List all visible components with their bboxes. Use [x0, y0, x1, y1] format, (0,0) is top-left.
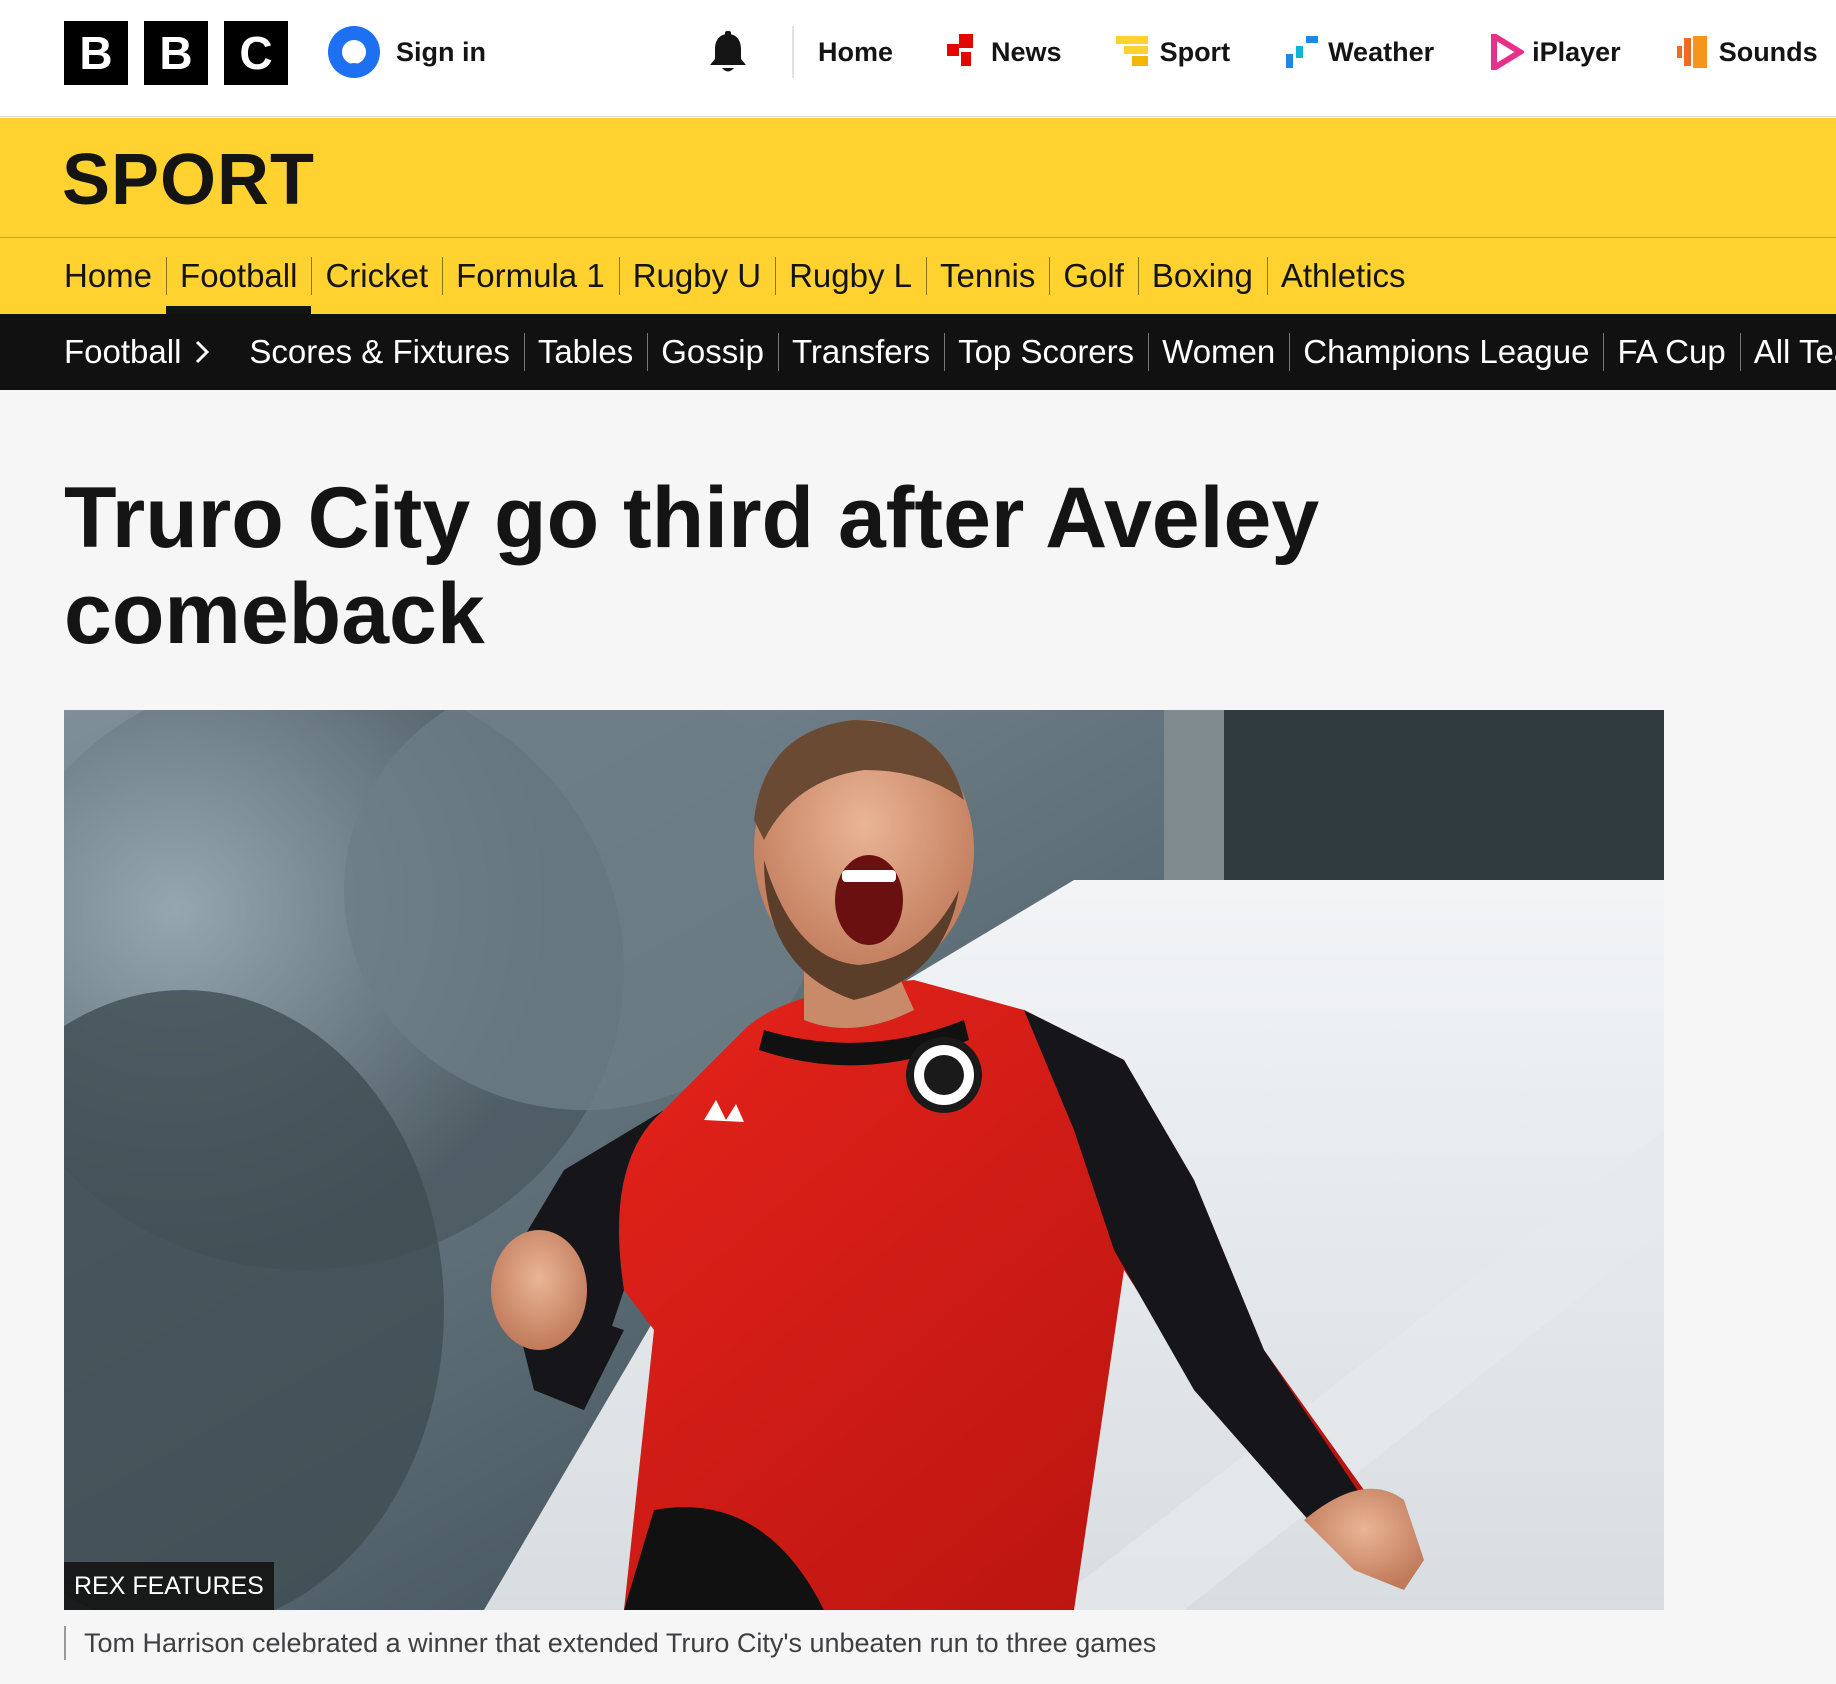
global-nav-news[interactable]: News: [947, 34, 1062, 70]
bbc-logo-letter-b2: B: [144, 21, 208, 85]
article-hero-image: REX FEATURES: [64, 710, 1664, 1610]
sounds-icon: [1676, 36, 1707, 68]
sport-nav-item-cricket[interactable]: Cricket: [311, 238, 442, 314]
bbc-masthead: B B C Sign in Home News Sport Weather iP…: [0, 0, 1836, 117]
bbc-logo-letter-b1: B: [64, 21, 128, 85]
breadcrumb-label: Football: [64, 333, 182, 370]
masthead-divider: [792, 26, 794, 78]
headline-line-1: Truro City go third after Aveley: [64, 470, 1320, 566]
sport-section-title[interactable]: SPORT: [62, 140, 315, 220]
football-nav-item-champions-league[interactable]: Champions League: [1289, 314, 1603, 390]
global-nav-iplayer[interactable]: iPlayer: [1488, 34, 1621, 70]
image-caption: Tom Harrison celebrated a winner that ex…: [64, 1626, 1156, 1660]
sport-nav-item-tennis[interactable]: Tennis: [926, 238, 1049, 314]
image-credit: REX FEATURES: [64, 1562, 274, 1610]
bbc-logo[interactable]: B B C: [64, 21, 288, 85]
sport-nav-item-home[interactable]: Home: [50, 238, 166, 314]
global-nav-weather-label: Weather: [1328, 36, 1435, 67]
player-celebration-photo: [64, 710, 1664, 1610]
weather-icon: [1286, 36, 1319, 68]
sport-nav-item-boxing[interactable]: Boxing: [1137, 238, 1267, 314]
iplayer-icon: [1491, 34, 1525, 70]
notifications-bell-icon[interactable]: [705, 30, 751, 76]
sport-nav-item-formula-1[interactable]: Formula 1: [442, 238, 619, 314]
global-nav: Home News Sport Weather iPlayer Sounds: [818, 26, 1818, 78]
sport-icon: [1115, 36, 1148, 66]
sport-nav-item-golf[interactable]: Golf: [1049, 238, 1138, 314]
sport-nav-item-rugby-l[interactable]: Rugby L: [775, 238, 926, 314]
football-sub-nav: Football Scores & Fixtures Tables Gossip Tr…: [0, 314, 1836, 390]
global-nav-news-label: News: [991, 36, 1062, 67]
chevron-right-icon: [196, 340, 210, 364]
global-nav-sport-label: Sport: [1159, 36, 1231, 67]
global-nav-iplayer-label: iPlayer: [1532, 36, 1621, 67]
global-nav-home-label: Home: [818, 36, 894, 67]
global-nav-weather[interactable]: Weather: [1284, 34, 1434, 70]
bbc-logo-letter-c: C: [224, 21, 288, 85]
sport-nav: Home Football Cricket Formula 1 Rugby U Rugby…: [0, 238, 1836, 314]
sport-nav-item-athletics[interactable]: Athletics: [1266, 238, 1420, 314]
account-icon: [328, 26, 380, 78]
headline-line-2: comeback: [64, 566, 485, 662]
football-nav-item-scores-fixtures[interactable]: Scores & Fixtures: [235, 314, 523, 390]
news-icon: [947, 34, 974, 66]
global-nav-sounds-label: Sounds: [1718, 36, 1818, 67]
football-nav-item-fa-cup[interactable]: FA Cup: [1603, 314, 1739, 390]
football-nav-item-all-teams[interactable]: All Teams: [1739, 314, 1836, 390]
football-nav-item-transfers[interactable]: Transfers: [777, 314, 944, 390]
sport-nav-list: Home Football Cricket Formula 1 Rugby U Rugby…: [50, 238, 1420, 314]
sign-in-link[interactable]: Sign in: [328, 26, 486, 78]
football-nav-item-women[interactable]: Women: [1148, 314, 1289, 390]
global-nav-sounds[interactable]: Sounds: [1675, 34, 1818, 70]
football-nav-item-gossip[interactable]: Gossip: [647, 314, 778, 390]
sport-nav-item-rugby-u[interactable]: Rugby U: [618, 238, 775, 314]
sport-header: SPORT: [0, 118, 1836, 237]
global-nav-home[interactable]: Home: [818, 37, 893, 68]
football-nav-item-top-scorers[interactable]: Top Scorers: [944, 314, 1148, 390]
global-nav-sport[interactable]: Sport: [1115, 34, 1231, 70]
article-headline: Truro City go third after Aveley comebac…: [64, 470, 1484, 662]
breadcrumb-football[interactable]: Football: [50, 314, 235, 390]
football-nav-item-tables[interactable]: Tables: [523, 314, 647, 390]
sign-in-label: Sign in: [396, 36, 486, 67]
sport-nav-item-football[interactable]: Football: [166, 238, 312, 314]
football-sub-nav-list: Football Scores & Fixtures Tables Gossip Tr…: [50, 314, 1836, 390]
